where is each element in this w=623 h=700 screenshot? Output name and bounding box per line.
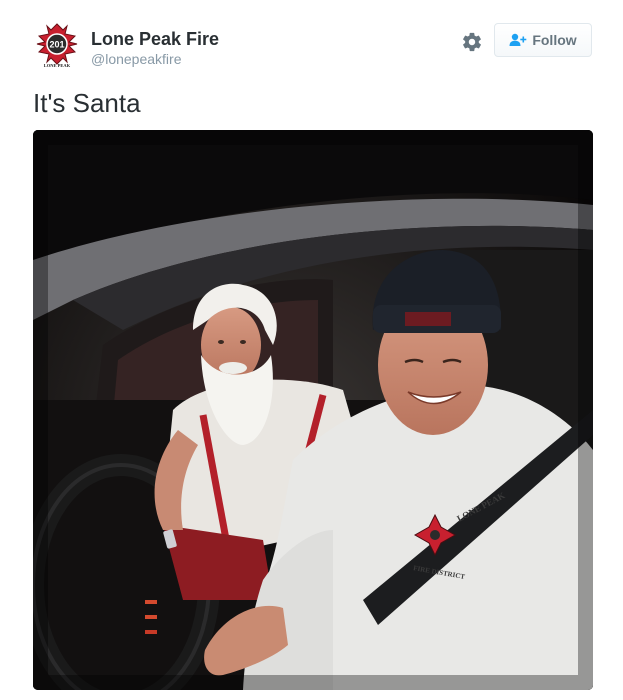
follow-button[interactable]: Follow	[494, 23, 592, 57]
user-block: Lone Peak Fire @lonepeakfire	[91, 29, 219, 68]
tweet-header: 201 LONE PEAK Lone Peak Fire @lonepeakfi…	[33, 18, 593, 74]
avatar[interactable]: 201 LONE PEAK	[33, 20, 81, 68]
display-name[interactable]: Lone Peak Fire	[91, 29, 219, 49]
dash-light	[145, 600, 157, 604]
follow-button-label: Follow	[532, 32, 577, 48]
avatar-badge-number: 201	[49, 40, 64, 50]
tweet-text: It's Santa	[33, 88, 141, 118]
maltese-cross-logo-icon: 201 LONE PEAK	[33, 20, 81, 68]
user-handle[interactable]: @lonepeakfire	[91, 50, 219, 68]
add-user-icon	[509, 33, 527, 47]
photo-scene: LONE PEAK FIRE DISTRICT	[33, 130, 593, 690]
tweet-photo[interactable]: LONE PEAK FIRE DISTRICT	[33, 130, 593, 690]
avatar-caption: LONE PEAK	[44, 63, 71, 68]
gear-icon	[463, 32, 481, 52]
settings-button[interactable]	[461, 31, 483, 53]
